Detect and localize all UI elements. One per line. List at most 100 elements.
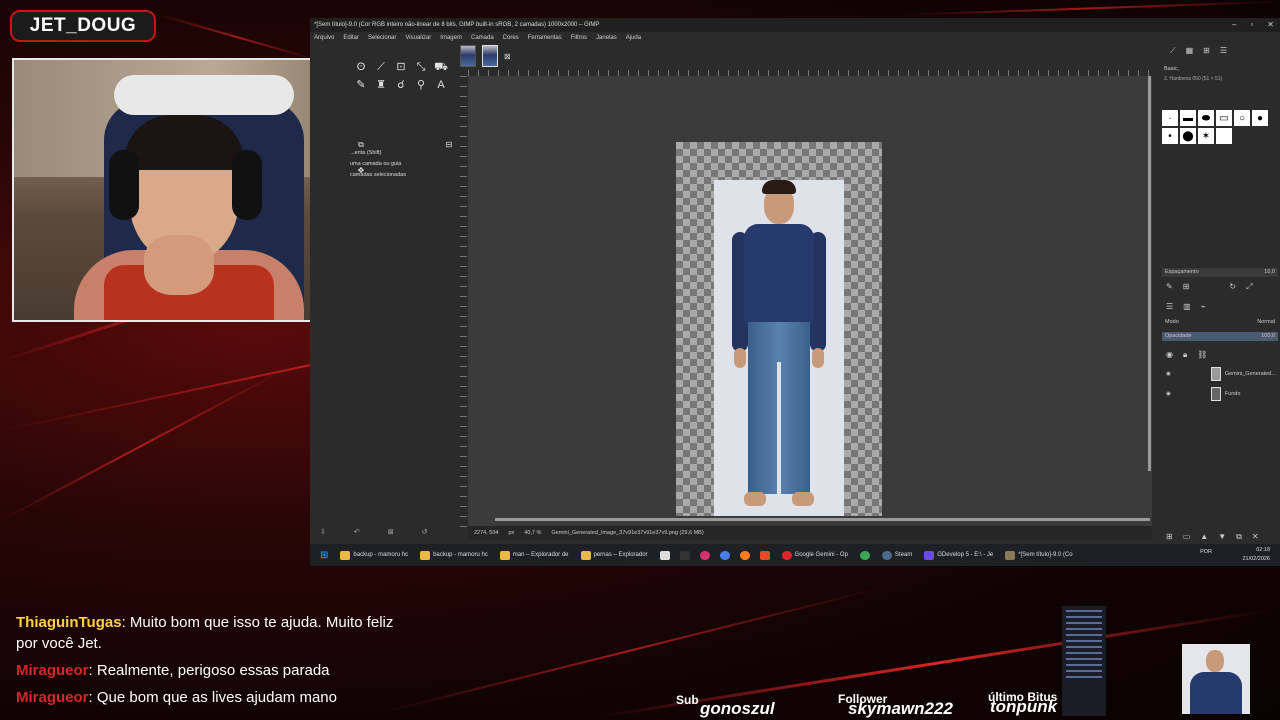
menu-ferramentas[interactable]: Ferramentas (528, 32, 562, 44)
gimp-title-bar[interactable]: *[Sem título]-9.0 (Cor RGB inteiro não-l… (310, 18, 1280, 32)
media-icon[interactable] (679, 550, 690, 560)
brush-item[interactable]: ○ (1234, 110, 1250, 126)
taskbar-item[interactable]: Steam (881, 550, 912, 560)
gimp-window[interactable]: *[Sem título]-9.0 (Cor RGB inteiro não-l… (310, 18, 1280, 566)
firefox-icon[interactable] (739, 550, 750, 560)
eye-icon[interactable]: ◉ (1166, 391, 1171, 397)
brave-icon[interactable] (759, 550, 770, 560)
crop-icon[interactable]: ⊡ (394, 60, 408, 74)
channels-tab-icon[interactable]: ▥ (1183, 302, 1191, 311)
brush-set-label[interactable]: Basic, (1164, 66, 1179, 72)
new-group-icon[interactable]: ▭ (1183, 532, 1191, 542)
brush-item[interactable]: · (1162, 110, 1178, 126)
latest-sub-label: Sub (676, 693, 699, 707)
taskbar-item[interactable]: pernas – Explorador (580, 550, 648, 560)
image-tab-thumbnail[interactable] (460, 45, 476, 67)
eye-icon[interactable]: ◉ (1166, 371, 1171, 377)
taskbar-item[interactable]: Google Gemini - Op (781, 550, 848, 560)
paths-icon[interactable]: ⚲ (414, 78, 428, 92)
minimize-icon[interactable]: – (1232, 18, 1236, 32)
document-tab-icon[interactable]: ☰ (1220, 46, 1227, 56)
brush-item[interactable]: ● (1252, 110, 1268, 126)
system-tray[interactable]: POR 02:18 21/02/2026 (1200, 546, 1270, 564)
brush-item[interactable] (1216, 128, 1232, 144)
duplicate-layer-icon[interactable]: ⧉ (1236, 532, 1242, 542)
maximize-icon[interactable]: ▫ (1250, 18, 1253, 32)
language-indicator[interactable]: POR (1200, 548, 1212, 557)
windows-start-icon[interactable]: ⊞ (320, 550, 328, 561)
transform-icon[interactable]: ⤡ (414, 60, 428, 74)
fuzzy-select-icon[interactable]: ⟋ (374, 60, 388, 74)
refresh-brushes-icon[interactable]: ↻ (1229, 282, 1236, 292)
calculator-icon[interactable] (659, 550, 670, 560)
instagram-icon[interactable] (699, 550, 710, 560)
menu-ajuda[interactable]: Ajuda (626, 32, 641, 44)
patterns-tab-icon[interactable]: ▦ (1186, 46, 1194, 56)
zoom-select[interactable]: 40,7 % (524, 530, 541, 536)
delete-icon[interactable]: ⊠ (388, 528, 394, 536)
reset-icon[interactable]: ↺ (422, 528, 428, 536)
export-icon[interactable]: ⇩ (320, 528, 326, 536)
lock-icon[interactable]: 🔒︎ (1183, 350, 1187, 360)
brush-item[interactable]: • (1162, 128, 1178, 144)
taskbar-item[interactable]: backup - mamoru hc (420, 550, 488, 560)
opacity-slider[interactable]: Opacidade 100,0 (1162, 332, 1278, 341)
lower-layer-icon[interactable]: ▼ (1218, 532, 1226, 542)
delete-layer-icon[interactable]: ✕ (1252, 532, 1259, 542)
open-as-image-icon[interactable]: ⤢ (1246, 282, 1252, 292)
menu-visualizar[interactable]: Visualizar (405, 32, 431, 44)
chrome-icon[interactable] (859, 550, 870, 560)
chain-icon[interactable]: ⛓︎ (1197, 350, 1207, 360)
close-icon[interactable]: ✕ (1267, 18, 1274, 32)
clone-icon[interactable]: ♜ (374, 78, 388, 92)
layer-row[interactable]: ◉ Fundo (1162, 386, 1278, 402)
menu-imagem[interactable]: Imagem (440, 32, 462, 44)
menu-janelas[interactable]: Janelas (596, 32, 617, 44)
menu-editar[interactable]: Editar (343, 32, 359, 44)
taskbar-item-active[interactable]: *[Sem título]-9.0 (Co (1005, 550, 1073, 560)
layer-name[interactable]: Fundo (1225, 391, 1241, 397)
new-layer-icon[interactable]: ⊞ (1166, 532, 1173, 542)
brush-item[interactable]: ⬬ (1198, 110, 1214, 126)
menu-selecionar[interactable]: Selecionar (368, 32, 396, 44)
paths-tab-icon[interactable]: ⌁ (1201, 302, 1206, 311)
horizontal-scrollbar[interactable] (495, 518, 1150, 521)
raise-layer-icon[interactable]: ▲ (1200, 532, 1208, 542)
edit-brush-icon[interactable]: ✎ (1166, 282, 1173, 292)
brush-item[interactable]: ▬ (1180, 110, 1196, 126)
close-image-icon[interactable]: ⊠ (504, 52, 511, 61)
paintbrush-icon[interactable]: ✎ (354, 78, 368, 92)
copilot-icon[interactable] (719, 550, 730, 560)
bucket-fill-icon[interactable]: ⛟ (434, 60, 448, 74)
layer-row[interactable]: ◉ Gemini_Generated... (1162, 366, 1278, 382)
layers-tab-icon[interactable]: ☰ (1166, 302, 1173, 311)
spacing-slider[interactable]: Espaçamento 10,0 (1162, 268, 1278, 277)
tool-option-text[interactable]: camadas selecionadas (350, 170, 458, 181)
new-brush-icon[interactable]: ⊞ (1183, 282, 1190, 292)
taskbar-item[interactable]: backup - mamoru hc (340, 550, 408, 560)
menu-arquivo[interactable]: Arquivo (314, 32, 334, 44)
layer-image-man[interactable] (714, 180, 844, 516)
taskbar-item[interactable]: GDevelop 5 - E:\ - Je (924, 550, 993, 560)
taskbar-item[interactable]: man – Explorador de (499, 550, 569, 560)
free-select-icon[interactable]: ʘ (354, 60, 368, 74)
image-tab-thumbnail-active[interactable] (482, 45, 498, 67)
brushes-tab-icon[interactable]: ⟋ (1170, 46, 1176, 56)
vertical-scrollbar[interactable] (1148, 76, 1151, 471)
brush-item[interactable]: ▭ (1216, 110, 1232, 126)
menu-camada[interactable]: Camada (471, 32, 494, 44)
undo-icon[interactable]: ↶ (354, 528, 360, 536)
mode-select[interactable]: Modo Normal (1162, 318, 1278, 327)
unit-select[interactable]: px (508, 530, 514, 536)
layer-name[interactable]: Gemini_Generated... (1225, 371, 1276, 377)
menu-cores[interactable]: Cores (503, 32, 519, 44)
smudge-icon[interactable]: ☌ (394, 78, 408, 92)
eye-icon[interactable]: ◉ (1166, 350, 1173, 360)
text-tool-icon[interactable]: A (434, 78, 448, 92)
brush-item[interactable]: ⬤ (1180, 128, 1196, 144)
fonts-tab-icon[interactable]: ⊞ (1203, 46, 1210, 56)
brush-item[interactable]: ✶ (1198, 128, 1214, 144)
menu-filtros[interactable]: Filtros (571, 32, 587, 44)
layer-thumbnail (1210, 367, 1221, 381)
tool-option-text[interactable]: uma camada ou guia (350, 159, 458, 170)
